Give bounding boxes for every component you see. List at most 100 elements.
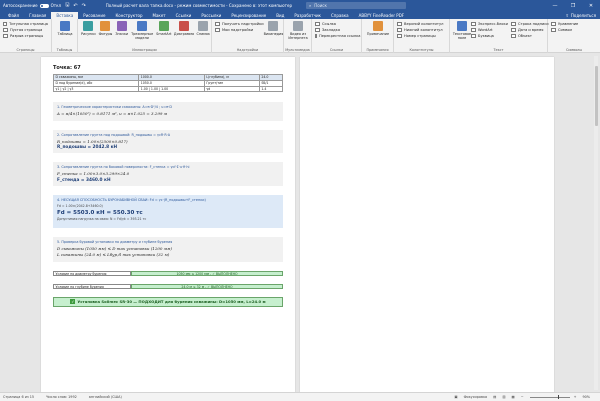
smartart-button[interactable]: SmartArt <box>156 21 171 40</box>
tab-layout[interactable]: Макет <box>148 12 171 19</box>
my-addins-button[interactable]: Мои надстройки <box>215 27 264 33</box>
formula: Fd = 1.00×(2042.8+3460.0) <box>57 203 103 208</box>
drop-cap-label: Буквица <box>478 34 494 38</box>
zoom-in-icon[interactable]: + <box>574 395 577 399</box>
screenshot-label: Снимок <box>196 32 210 36</box>
cross-reference-button[interactable]: Перекрестная ссылка <box>315 33 360 39</box>
group-pages-label: Страницы <box>16 48 35 52</box>
addins-icon <box>215 28 220 32</box>
symbol-button[interactable]: Символ <box>551 27 597 33</box>
group-tables-label: Таблицы <box>56 48 73 52</box>
tab-review[interactable]: Рецензирование <box>226 12 271 19</box>
tab-insert[interactable]: Вставка <box>51 12 79 19</box>
document-page-2[interactable] <box>300 57 554 392</box>
blank-page-label: Пустая страница <box>10 28 43 32</box>
table-icon <box>60 21 70 31</box>
section-title: 2. Сопротивление грунта под подошвой: R_… <box>57 132 171 137</box>
table-cell: 1.4 <box>258 85 284 93</box>
result: F_стенда = 3460.0 кН <box>57 177 111 183</box>
tab-help[interactable]: Справка <box>326 12 354 19</box>
section-title: 3. Сопротивление грунта по боковой повер… <box>57 165 190 170</box>
search-box[interactable]: ⌕ Поиск <box>306 2 406 9</box>
chart-button[interactable]: Диаграмма <box>174 21 194 40</box>
group-addins-label: Надстройки <box>236 48 259 52</box>
read-mode-icon[interactable]: ▤ <box>493 395 496 399</box>
shapes-icon <box>100 21 111 31</box>
object-label: Объект <box>517 34 533 38</box>
tab-abbyy[interactable]: ABBYY FineReader PDF <box>354 12 410 19</box>
minimize-button[interactable]: — <box>546 0 564 11</box>
text-box-button[interactable]: Текстовое поле <box>453 21 471 40</box>
zoom-slider[interactable] <box>529 395 570 399</box>
search-icon: ⌕ <box>309 3 312 8</box>
focus-icon[interactable]: ▣ <box>454 395 457 399</box>
zoom-level[interactable]: 90% <box>582 395 590 399</box>
group-comments: Примечание Примечания <box>362 19 394 53</box>
wordart-icon <box>471 28 476 32</box>
autosave-switch[interactable] <box>39 3 49 8</box>
document-page-1[interactable]: Точка: 67 D скважины, мм 1000.0 L(глубин… <box>41 57 295 392</box>
tab-developer[interactable]: Разработчик <box>289 12 326 19</box>
icons-button[interactable]: Значки <box>115 21 128 40</box>
screenshot-button[interactable]: Снимок <box>196 21 210 40</box>
condition-diameter: Условие по диаметру бурения 1050 мм ≤ 12… <box>53 270 283 276</box>
condition-value: 24.0 м ≤ 32 м - ✓ ВЫПОЛНЕНО <box>131 283 283 289</box>
object-button[interactable]: Объект <box>510 33 549 39</box>
formula: F_стенка = 1.00×3.0×3.299×24.0 <box>57 171 130 177</box>
group-symbols: Уравнение Символ Символы <box>548 19 600 53</box>
header-label: Верхний колонтитул <box>404 22 444 26</box>
table-cell: 1.00 | 1.00 | 1.00 <box>138 85 205 93</box>
get-addins-label: Получить надстройки <box>222 22 264 26</box>
share-button[interactable]: ⇪ Поделиться <box>566 12 597 19</box>
page-number-label: Номер страницы <box>404 34 436 38</box>
page-break-button[interactable]: Разрыв страницы <box>3 33 48 39</box>
point-title: Точка: 67 <box>53 65 81 71</box>
object-icon <box>510 34 516 38</box>
tab-mailings[interactable]: Рассылки <box>196 12 226 19</box>
document-workspace[interactable]: Точка: 67 D скважины, мм 1000.0 L(глубин… <box>0 54 600 392</box>
tab-home[interactable]: Главная <box>24 12 51 19</box>
drop-cap-button[interactable]: Буквица <box>471 33 508 39</box>
tab-design[interactable]: Конструктор <box>110 12 147 19</box>
focus-mode[interactable]: Фокусировка <box>464 395 487 399</box>
condition-value: 1050 мм ≤ 1200 мм - ✓ ВЫПОЛНЕНО <box>131 270 283 276</box>
text-box-icon <box>457 21 467 31</box>
table-button[interactable]: Таблица <box>55 21 75 36</box>
scrollbar-thumb[interactable] <box>594 66 598 126</box>
formula: D скважины (1050 мм) ≤ D max установки (… <box>57 245 172 251</box>
online-video-button[interactable]: Видео из Интернета <box>287 21 309 40</box>
web-layout-icon[interactable]: ▦ <box>512 395 515 399</box>
undo-icon[interactable]: ↶ <box>73 3 77 9</box>
pictures-button[interactable]: Рисунки <box>81 21 96 40</box>
screenshot-icon <box>198 21 209 31</box>
page-number-button[interactable]: Номер страницы <box>397 33 446 39</box>
header-icon <box>397 22 402 26</box>
language[interactable]: английский (США) <box>89 395 122 399</box>
wikipedia-label: Википедия <box>263 32 284 36</box>
page-counter[interactable]: Страница 6 из 15 <box>3 395 34 399</box>
word-count[interactable]: Число слов: 1992 <box>46 395 77 399</box>
tab-references[interactable]: Ссылки <box>171 12 197 19</box>
tab-file[interactable]: Файл <box>3 12 24 19</box>
link-icon <box>315 22 320 26</box>
group-illustrations-label: Иллюстрации <box>132 48 157 52</box>
page-break-icon <box>3 34 8 38</box>
comment-button[interactable]: Примечание <box>365 21 391 36</box>
redo-icon[interactable]: ↷ <box>82 3 86 9</box>
condition-label: Условие по диаметру бурения <box>53 270 131 276</box>
print-layout-icon[interactable]: ▥ <box>502 395 505 399</box>
3d-models-button[interactable]: Трехмерные модели <box>131 21 153 40</box>
section-base-resistance: 2. Сопротивление грунта под подошвой: R_… <box>53 129 283 154</box>
smartart-label: SmartArt <box>156 32 172 36</box>
tab-draw[interactable]: Рисование <box>78 12 110 19</box>
autosave-toggle[interactable]: Автосохранение Откл <box>3 3 61 8</box>
save-icon[interactable]: 🖫 <box>65 2 69 10</box>
close-button[interactable]: ✕ <box>582 0 600 11</box>
zoom-out-icon[interactable]: − <box>521 395 524 399</box>
restore-button[interactable]: ❐ <box>564 0 582 11</box>
icons-label: Значки <box>115 32 129 36</box>
tab-view[interactable]: Вид <box>271 12 289 19</box>
shapes-button[interactable]: Фигуры <box>99 21 112 40</box>
vertical-scrollbar[interactable] <box>594 56 598 390</box>
wikipedia-button[interactable]: Википедия <box>263 21 284 36</box>
